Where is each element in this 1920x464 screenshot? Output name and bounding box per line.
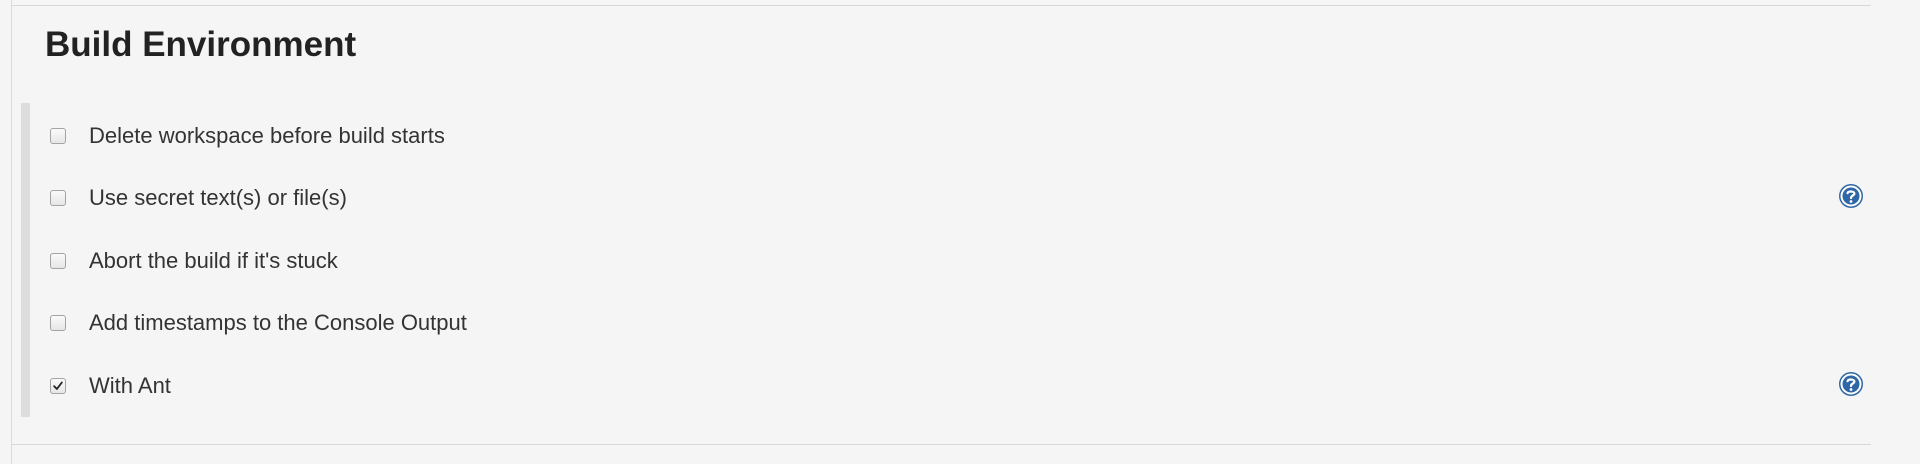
option-label: With Ant: [89, 373, 171, 398]
top-divider: [11, 5, 1871, 6]
option-label: Delete workspace before build starts: [89, 123, 445, 148]
checkmark-icon: [53, 381, 63, 390]
abort-stuck-checkbox[interactable]: [50, 253, 66, 269]
bottom-divider: [11, 444, 1871, 445]
option-add-timestamps[interactable]: Add timestamps to the Console Output: [50, 306, 467, 340]
build-environment-panel: Build Environment Delete workspace befor…: [0, 0, 1920, 464]
option-label: Abort the build if it's stuck: [89, 248, 338, 273]
with-ant-checkbox[interactable]: [50, 378, 66, 394]
help-icon[interactable]: [1838, 371, 1864, 397]
help-icon[interactable]: [1838, 183, 1864, 209]
option-abort-stuck[interactable]: Abort the build if it's stuck: [50, 244, 338, 278]
delete-workspace-checkbox[interactable]: [50, 128, 66, 144]
use-secret-checkbox[interactable]: [50, 190, 66, 206]
left-border: [11, 0, 12, 464]
option-delete-workspace[interactable]: Delete workspace before build starts: [50, 119, 445, 153]
option-use-secret[interactable]: Use secret text(s) or file(s): [50, 181, 347, 215]
section-title: Build Environment: [45, 25, 357, 64]
options-group-bar: [21, 103, 30, 417]
option-label: Add timestamps to the Console Output: [89, 310, 467, 335]
option-with-ant[interactable]: With Ant: [50, 369, 171, 403]
option-label: Use secret text(s) or file(s): [89, 185, 347, 210]
add-timestamps-checkbox[interactable]: [50, 315, 66, 331]
